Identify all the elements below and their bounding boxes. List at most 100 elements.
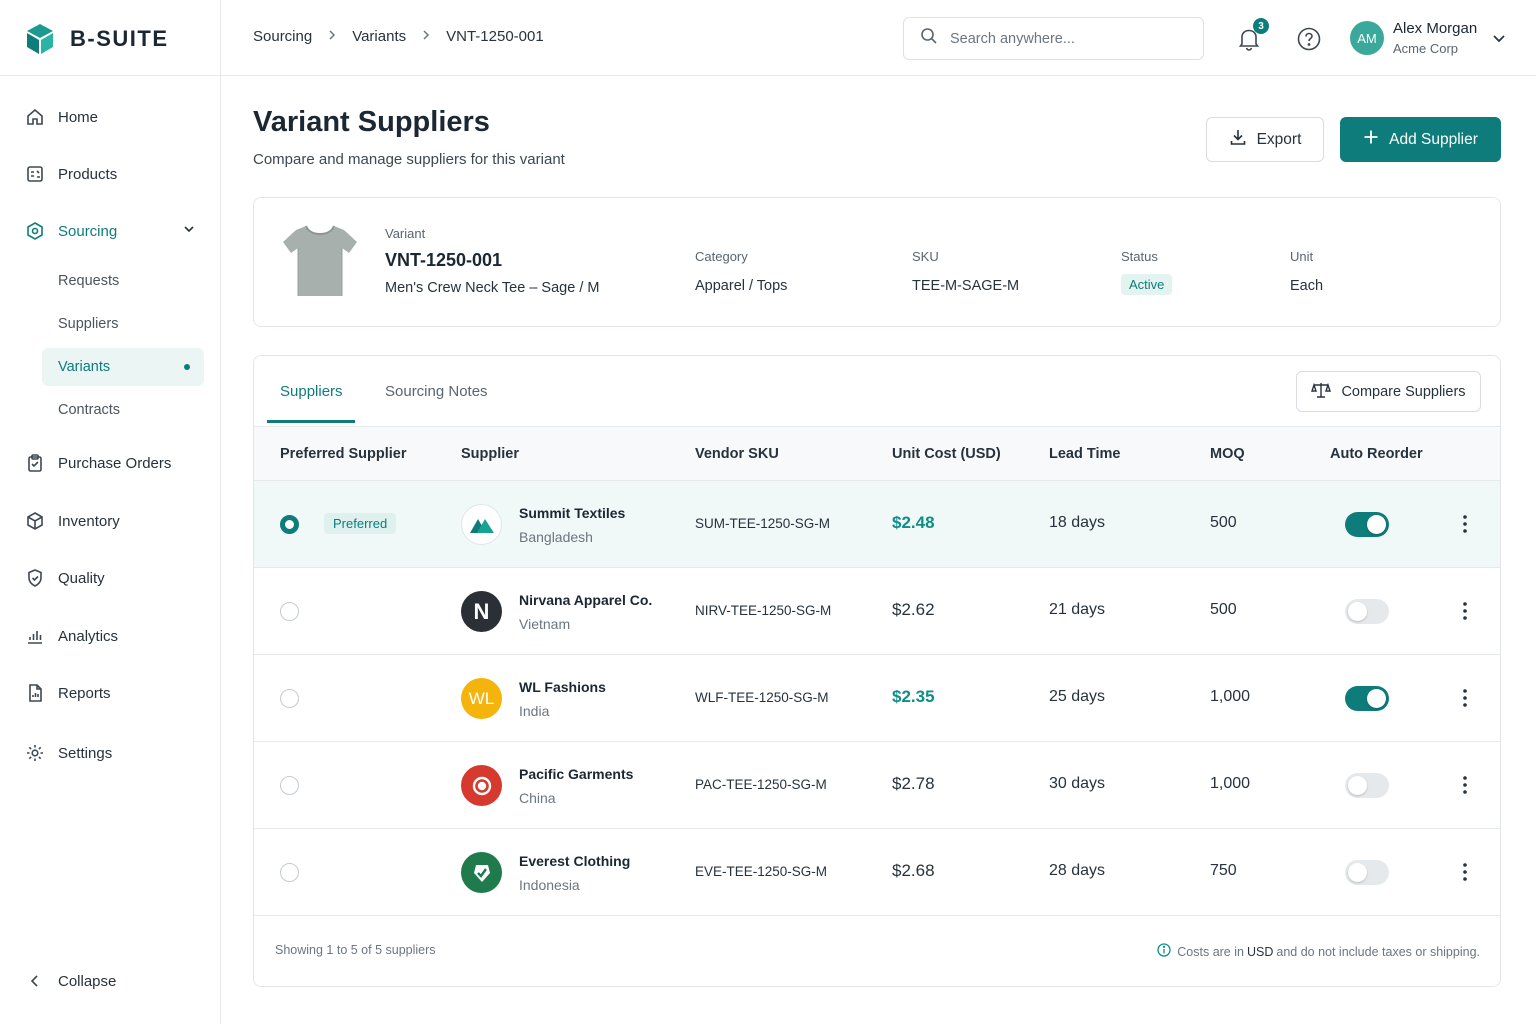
table-row[interactable]: Preferred Summit Textiles Bangladesh SUM… [254, 481, 1500, 568]
auto-reorder-toggle[interactable] [1345, 512, 1389, 537]
table-row[interactable]: Pacific Garments China PAC-TEE-1250-SG-M… [254, 742, 1500, 829]
unit-cost: $2.62 [892, 600, 935, 619]
sidebar-subitem-contracts[interactable]: Contracts [42, 391, 204, 429]
toggle-knob [1367, 515, 1386, 534]
sidebar-subitem-variants[interactable]: Variants [42, 348, 204, 386]
chevron-down-icon[interactable] [182, 222, 196, 240]
lead-time: 28 days [1049, 862, 1106, 879]
column-header[interactable]: Preferred Supplier [280, 446, 407, 462]
table-row[interactable]: WL WL Fashions India WLF-TEE-1250-SG-M $… [254, 655, 1500, 742]
avatar[interactable]: AM [1350, 21, 1384, 55]
more-vertical-icon[interactable] [1454, 600, 1476, 622]
sidebar-item-label: Products [58, 165, 118, 183]
column-header[interactable]: Unit Cost (USD) [892, 446, 1001, 462]
moq: 1,000 [1210, 688, 1251, 705]
preferred-radio[interactable] [280, 515, 299, 534]
app-logo[interactable]: B-SUITE [24, 20, 169, 58]
column-header[interactable]: Supplier [461, 446, 519, 462]
supplier-name[interactable]: Everest Clothing [519, 853, 630, 869]
category-value: Apparel / Tops [695, 278, 788, 294]
sidebar-item-label: Settings [58, 744, 113, 762]
sidebar-item-inventory[interactable]: Inventory [24, 503, 204, 539]
supplier-name[interactable]: Summit Textiles [519, 505, 625, 521]
everest-clothing-logo [461, 852, 502, 893]
category-label: Category [695, 249, 748, 264]
column-header[interactable]: Vendor SKU [695, 446, 779, 462]
breadcrumb-current: VNT-1250-001 [446, 28, 544, 45]
supplier-name[interactable]: Nirvana Apparel Co. [519, 592, 652, 608]
tab-sourcing-notes[interactable]: Sourcing Notes [385, 383, 488, 400]
auto-reorder-toggle[interactable] [1345, 599, 1389, 624]
column-header[interactable]: Lead Time [1049, 446, 1120, 462]
column-header[interactable]: MOQ [1210, 446, 1245, 462]
sidebar-item-purchase-orders[interactable]: Purchase Orders [24, 445, 204, 481]
more-vertical-icon[interactable] [1454, 687, 1476, 709]
more-vertical-icon[interactable] [1454, 774, 1476, 796]
export-label: Export [1256, 130, 1302, 148]
active-tab-indicator [267, 420, 355, 423]
analytics-icon [24, 625, 46, 647]
sidebar-subitem-label: Contracts [58, 402, 121, 418]
preferred-radio[interactable] [280, 863, 299, 882]
search-box[interactable] [903, 17, 1204, 60]
vendor-sku: EVE-TEE-1250-SG-M [695, 864, 828, 879]
compare-suppliers-button[interactable]: Compare Suppliers [1296, 371, 1481, 412]
supplier-name[interactable]: WL Fashions [519, 679, 606, 695]
unit-value: Each [1290, 278, 1324, 294]
active-dot [184, 364, 190, 370]
breadcrumb-item[interactable]: Sourcing [253, 28, 312, 45]
chevron-right-icon [420, 28, 432, 45]
add-supplier-button[interactable]: Add Supplier [1340, 117, 1501, 162]
column-header[interactable]: Auto Reorder [1330, 446, 1423, 462]
auto-reorder-toggle[interactable] [1345, 686, 1389, 711]
sourcing-icon [24, 220, 46, 242]
sidebar-item-sourcing[interactable]: Sourcing [24, 213, 204, 249]
collapse-button[interactable]: Collapse [24, 963, 204, 999]
table-row[interactable]: Everest Clothing Indonesia EVE-TEE-1250-… [254, 829, 1500, 916]
sidebar-item-quality[interactable]: Quality [24, 560, 204, 596]
preferred-badge: Preferred [324, 513, 397, 534]
auto-reorder-toggle[interactable] [1345, 773, 1389, 798]
preferred-radio[interactable] [280, 689, 299, 708]
table-row[interactable]: N Nirvana Apparel Co. Vietnam NIRV-TEE-1… [254, 568, 1500, 655]
variant-name: Men's Crew Neck Tee – Sage / M [385, 280, 600, 296]
sidebar-item-home[interactable]: Home [24, 99, 204, 135]
sidebar-subitem-requests[interactable]: Requests [42, 262, 204, 300]
sidebar-item-analytics[interactable]: Analytics [24, 618, 204, 654]
sidebar-subitem-suppliers[interactable]: Suppliers [42, 305, 204, 343]
wl-fashions-logo: WL [461, 678, 502, 719]
sidebar-item-settings[interactable]: Settings [24, 735, 204, 771]
vendor-sku: SUM-TEE-1250-SG-M [695, 516, 831, 531]
more-vertical-icon[interactable] [1454, 513, 1476, 535]
sidebar-item-products[interactable]: Products [24, 156, 204, 192]
auto-reorder-toggle[interactable] [1345, 860, 1389, 885]
supplier-name[interactable]: Pacific Garments [519, 766, 633, 782]
moq: 500 [1210, 601, 1237, 618]
supplier-country: Vietnam [519, 616, 571, 632]
moq: 1,000 [1210, 775, 1251, 792]
tab-suppliers[interactable]: Suppliers [280, 383, 343, 400]
purchase-orders-icon [24, 452, 46, 474]
toggle-knob [1367, 689, 1386, 708]
supplier-country: Indonesia [519, 877, 580, 893]
plus-icon [1363, 129, 1389, 150]
chevron-down-icon[interactable] [1491, 30, 1507, 51]
collapse-label: Collapse [58, 972, 117, 990]
preferred-radio[interactable] [280, 776, 299, 795]
nirvana-apparel-logo: N [461, 591, 502, 632]
preferred-radio[interactable] [280, 602, 299, 621]
sku-value: TEE-M-SAGE-M [912, 278, 1020, 294]
app-name: B-SUITE [70, 26, 169, 51]
sidebar-item-reports[interactable]: Reports [24, 675, 204, 711]
unit-cost: $2.78 [892, 774, 935, 793]
sidebar-item-label: Sourcing [58, 222, 118, 240]
compare-label: Compare Suppliers [1341, 383, 1466, 400]
help-icon[interactable] [1296, 26, 1322, 52]
vendor-sku: WLF-TEE-1250-SG-M [695, 690, 829, 705]
inventory-icon [24, 510, 46, 532]
more-vertical-icon[interactable] [1454, 861, 1476, 883]
search-input[interactable] [950, 30, 1190, 47]
breadcrumb-item[interactable]: Variants [352, 28, 406, 45]
export-button[interactable]: Export [1206, 117, 1324, 162]
user-name: Alex Morgan [1393, 20, 1478, 37]
